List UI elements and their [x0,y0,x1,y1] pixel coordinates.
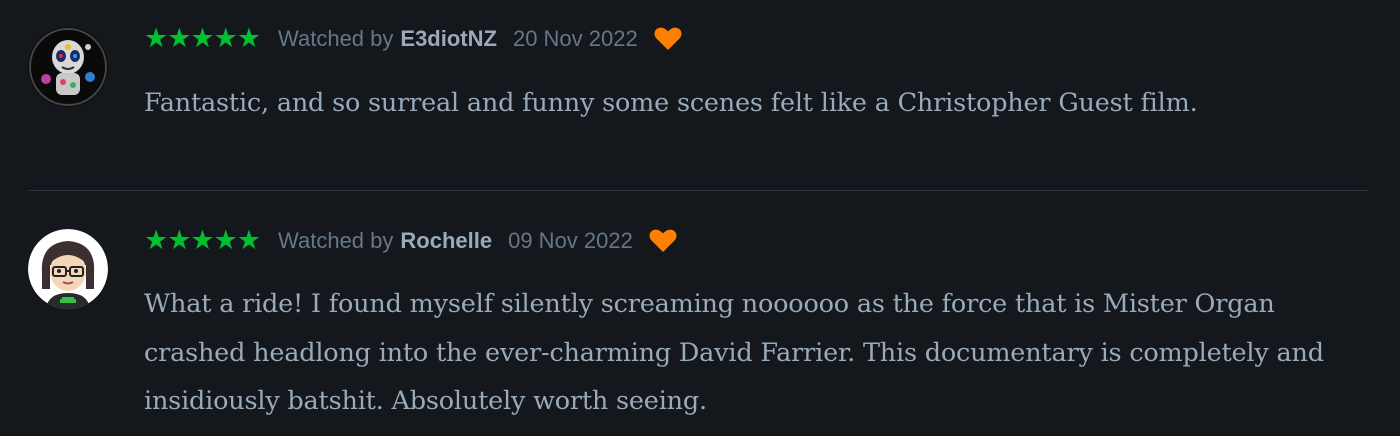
review-date[interactable]: 09 Nov 2022 [508,228,633,254]
watched-by-label: Watched by [278,228,394,253]
star-rating: ★★★★★ [144,23,261,54]
watched-by-label: Watched by [278,26,394,51]
review-item: ★★★★★ Watched by Rochelle 09 Nov 2022 Wh… [0,192,1400,436]
avatar-image [28,229,108,309]
heart-icon [654,27,682,51]
avatar[interactable] [28,229,108,309]
review-item: ★★★★★ Watched by E3diotNZ 20 Nov 2022 Fa… [0,0,1400,190]
review-divider [28,190,1368,191]
review-meta: ★★★★★ Watched by Rochelle 09 Nov 2022 [144,226,677,256]
star-rating: ★★★★★ [144,225,261,256]
review-date[interactable]: 20 Nov 2022 [513,26,638,52]
username-link[interactable]: E3diotNZ [400,26,497,52]
avatar[interactable] [28,27,108,107]
review-body: What a ride! I found myself silently scr… [144,289,1324,416]
heart-icon [649,229,677,253]
avatar-image [28,27,108,107]
review-body: Fantastic, and so surreal and funny some… [144,88,1198,118]
username-link[interactable]: Rochelle [400,228,492,254]
review-meta: ★★★★★ Watched by E3diotNZ 20 Nov 2022 [144,24,682,54]
